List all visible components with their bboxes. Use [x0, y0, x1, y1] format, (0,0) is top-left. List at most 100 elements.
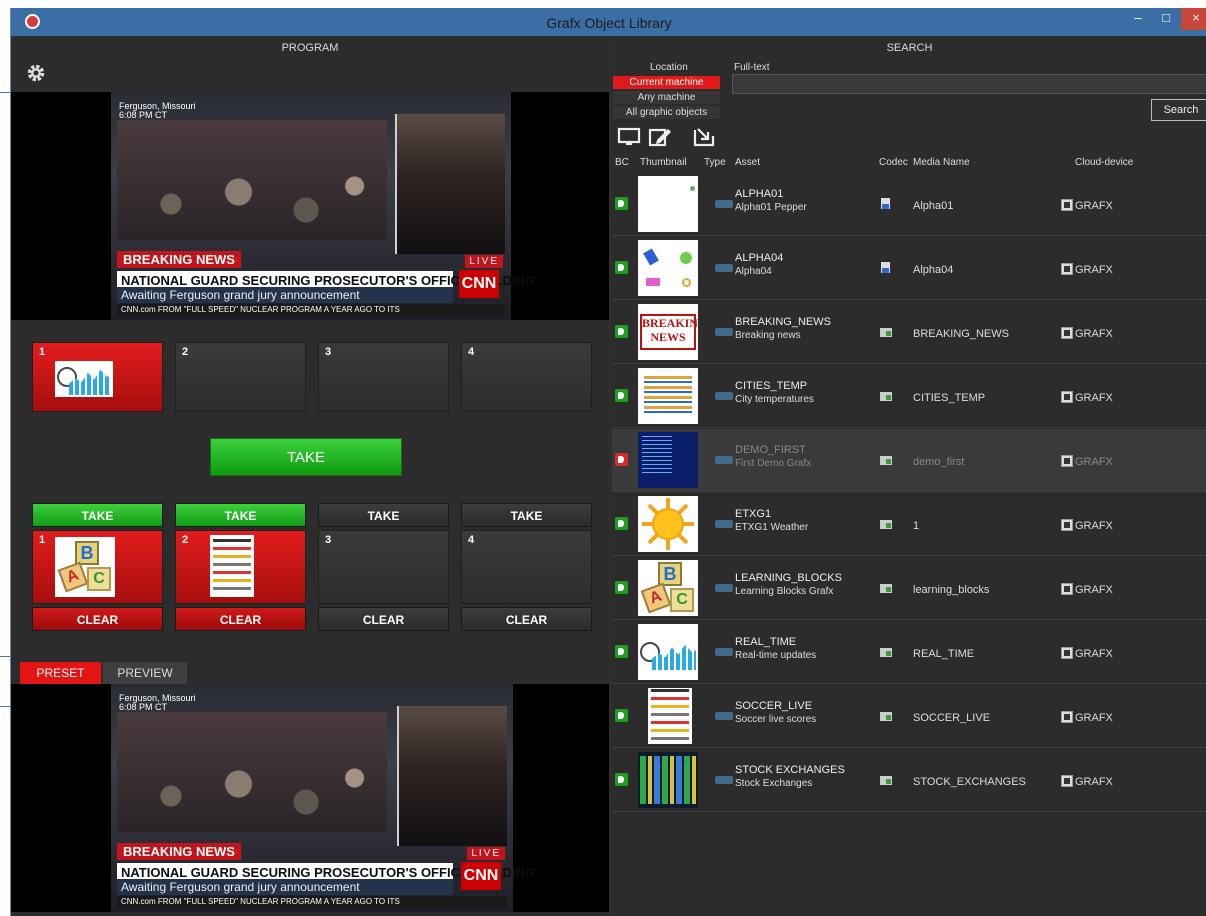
layer-slot-1[interactable]: 1 B A C [32, 530, 163, 604]
cloud-device: GRAFX [1075, 328, 1113, 340]
table-row[interactable]: ALPHA01 Alpha01 Pepper Alpha01 GRAFX [612, 173, 1206, 236]
type-icon [715, 200, 733, 208]
cloud-device: GRAFX [1075, 200, 1113, 212]
column-asset[interactable]: Asset [735, 157, 760, 168]
program-slot-4[interactable]: 4 [461, 342, 592, 412]
table-row[interactable]: REAL_TIME Real-time updates REAL_TIME GR… [612, 621, 1206, 684]
list-line [213, 547, 251, 550]
slot-number: 3 [325, 346, 332, 358]
edit-icon[interactable] [648, 126, 672, 148]
media-name: demo_first [913, 456, 965, 468]
table-row[interactable]: BREAKING NEWS BREAKING_NEWS Breaking new… [612, 301, 1206, 364]
take-button-3[interactable]: TAKE [318, 503, 449, 527]
type-icon [715, 584, 733, 592]
media-name: Alpha01 [913, 200, 954, 212]
tab-preview[interactable]: PREVIEW [103, 662, 187, 684]
thumbnail [638, 496, 698, 552]
list-line [651, 737, 689, 740]
tab-preset[interactable]: PRESET [20, 662, 101, 684]
table-row[interactable]: STOCK EXCHANGES Stock Exchanges STOCK_EX… [612, 749, 1206, 812]
type-icon [715, 712, 733, 720]
window-title: Grafx Object Library [546, 15, 672, 31]
cloud-device-icon [1061, 583, 1073, 595]
thumbnail [638, 752, 698, 808]
program-video: Ferguson, Missouri 6:08 PM CT BREAKING N… [11, 92, 609, 320]
gear-icon[interactable] [25, 62, 47, 84]
clear-button-4[interactable]: CLEAR [461, 607, 592, 631]
block-c: C [670, 588, 694, 612]
minimize-button[interactable]: – [1125, 8, 1151, 30]
cloud-device: GRAFX [1075, 264, 1113, 276]
codec-video-icon [880, 712, 892, 721]
list-line [213, 555, 251, 558]
column-media-name[interactable]: Media Name [913, 157, 970, 168]
column-cloud-device[interactable]: Cloud-device [1075, 157, 1133, 168]
type-icon [715, 328, 733, 336]
asset-description: Soccer live scores [735, 714, 817, 725]
media-name: Alpha04 [913, 264, 954, 276]
clear-button-1[interactable]: CLEAR [32, 607, 163, 631]
close-button[interactable]: × [1181, 8, 1206, 30]
subline-text: Awaiting Ferguson grand jury announcemen… [117, 879, 453, 895]
take-button-2[interactable]: TAKE [175, 503, 306, 527]
video-location: Ferguson, Missouri 6:08 PM CT [119, 694, 196, 712]
layer-slot-2[interactable]: 2 [175, 530, 306, 604]
column-bc[interactable]: BC [615, 157, 629, 168]
sun-graphic [682, 278, 691, 287]
layer-slot-4[interactable]: 4 [461, 530, 592, 604]
status-icon [615, 581, 628, 594]
type-icon [715, 776, 733, 784]
program-frame: Ferguson, Missouri 6:08 PM CT BREAKING N… [111, 92, 535, 320]
take-main-button[interactable]: TAKE [210, 438, 402, 476]
realtime-chart-thumbnail [55, 361, 113, 397]
codec-video-icon [880, 648, 892, 657]
take-button-1[interactable]: TAKE [32, 503, 163, 527]
layer-slot-3[interactable]: 3 [318, 530, 449, 604]
take-button-4[interactable]: TAKE [461, 503, 592, 527]
monitor-icon[interactable] [617, 126, 641, 148]
clear-button-3[interactable]: CLEAR [318, 607, 449, 631]
time-text: 6:08 PM CT [119, 110, 168, 120]
cnn-logo: CNN [461, 862, 501, 890]
realtime-chart-graphic [638, 636, 698, 672]
location-any-machine[interactable]: Any machine [613, 91, 720, 104]
slot-number: 2 [182, 534, 189, 546]
leaf-graphic [680, 252, 692, 264]
program-panel: PROGRAM Ferguson, Missouri 6:08 PM CT BR… [11, 36, 609, 916]
column-codec[interactable]: Codec [879, 157, 908, 168]
program-slot-2[interactable]: 2 [175, 342, 306, 412]
type-icon [715, 392, 733, 400]
asset-description: Alpha04 [735, 266, 772, 277]
media-name: learning_blocks [913, 584, 990, 596]
title-bar[interactable]: Grafx Object Library – □ × [11, 8, 1206, 36]
column-type[interactable]: Type [704, 157, 726, 168]
table-row[interactable]: ETXG1 ETXG1 Weather 1 GRAFX [612, 493, 1206, 556]
asset-description: ETXG1 Weather [735, 522, 809, 533]
table-row[interactable]: DEMO_FIRST First Demo Grafx demo_first G… [612, 429, 1206, 492]
search-button[interactable]: Search [1151, 99, 1206, 121]
column-thumbnail[interactable]: Thumbnail [640, 157, 687, 168]
import-icon[interactable] [692, 126, 716, 148]
media-name: REAL_TIME [913, 648, 975, 660]
table-row[interactable]: SOCCER_LIVE Soccer live scores SOCCER_LI… [612, 685, 1206, 748]
asset-description: Learning Blocks Grafx [735, 586, 834, 597]
thumbnail: BREAKING NEWS [638, 304, 698, 360]
program-slot-1[interactable]: 1 [32, 342, 163, 412]
fulltext-input[interactable] [732, 74, 1206, 94]
maximize-button[interactable]: □ [1153, 8, 1179, 30]
ticker-text: CNN.com FROM "FULL SPEED" NUCLEAR PROGRA… [117, 896, 507, 908]
clear-button-2[interactable]: CLEAR [175, 607, 306, 631]
asset-description: Breaking news [735, 330, 801, 341]
location-all-graphic-objects[interactable]: All graphic objects [613, 106, 720, 119]
table-row[interactable]: CITIES_TEMP City temperatures CITIES_TEM… [612, 365, 1206, 428]
table-row[interactable]: ALPHA04 Alpha04 Alpha04 GRAFX [612, 237, 1206, 300]
table-row[interactable]: B A C LEARNING_BLOCKS Learning Blocks Gr… [612, 557, 1206, 620]
status-icon [615, 197, 628, 210]
program-slot-3[interactable]: 3 [318, 342, 449, 412]
arrow-graphic [643, 248, 659, 266]
live-label: LIVE [465, 255, 503, 268]
time-text: 6:08 PM CT [119, 702, 168, 712]
location-current-machine[interactable]: Current machine [613, 76, 720, 89]
cloud-device: GRAFX [1075, 776, 1113, 788]
learning-blocks-graphic: B A C [638, 560, 698, 616]
